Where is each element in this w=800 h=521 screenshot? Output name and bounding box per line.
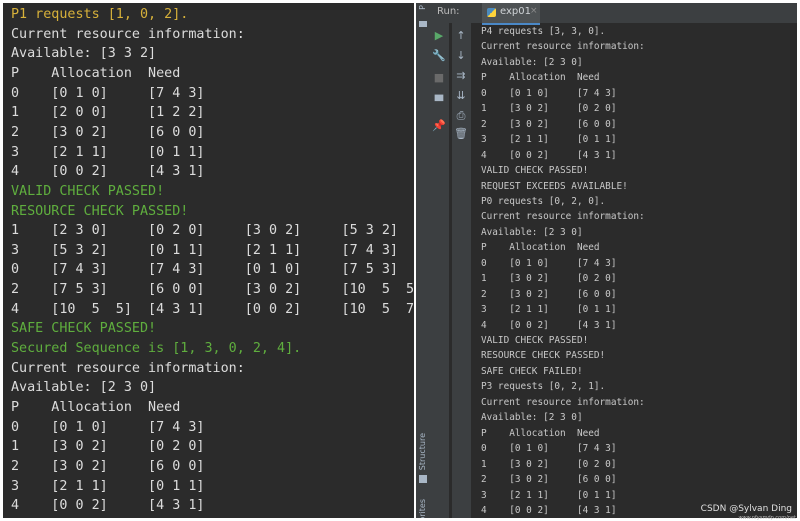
- project-side-tab[interactable]: P: [418, 5, 427, 10]
- run-tab-label: exp01: [500, 6, 531, 17]
- csdn-watermark: CSDN @Sylvan Ding: [700, 504, 792, 514]
- run-tab-exp01[interactable]: exp01 ×: [482, 3, 540, 25]
- run-console-line: VALID CHECK PASSED!: [481, 335, 589, 346]
- console-line: RESOURCE CHECK PASSED!: [11, 203, 189, 219]
- run-console-line: 3 [2 1 1] [0 1 1]: [481, 489, 617, 501]
- console-line: P Allocation Need: [11, 400, 181, 415]
- print-icon[interactable]: ⎙: [454, 109, 468, 123]
- console-line: Available: [3 3 2]: [11, 46, 157, 62]
- stop-icon[interactable]: ■: [432, 71, 446, 85]
- run-console-line: P4 requests [3, 3, 0].: [481, 26, 606, 37]
- run-toolbar-header: Run: exp01 ×: [430, 3, 797, 25]
- console-line: 1 [2 0 0] [1 2 2]: [11, 105, 205, 121]
- run-console-line: REQUEST EXCEEDS AVAILABLE!: [481, 180, 628, 192]
- run-console-line: RESOURCE CHECK PASSED!: [481, 350, 606, 362]
- run-console-line: Current resource information:: [481, 41, 645, 53]
- trash-icon[interactable]: 🗑: [454, 127, 468, 141]
- close-tab-icon[interactable]: ×: [530, 6, 538, 16]
- console-line: Current resource information:: [11, 360, 245, 376]
- run-console-line: 4 [0 0 2] [4 3 1]: [481, 319, 617, 331]
- folder-icon: [419, 21, 427, 27]
- run-console-line: 1 [3 0 2] [0 2 0]: [481, 103, 617, 115]
- run-toolbar-left: ▶ 🔧 ■ ▀ 📌: [430, 23, 449, 518]
- site-watermark: www.nfyxmdp.com/net: [738, 515, 796, 521]
- console-line: 3 [5 3 2] [0 1 1] [2 1 1] [7 4 3]: [11, 242, 398, 258]
- run-console-line: 2 [3 0 2] [6 0 0]: [481, 288, 617, 300]
- run-console-line: VALID CHECK PASSED!: [481, 165, 589, 177]
- console-line: 3 [2 1 1] [0 1 1]: [11, 144, 205, 160]
- console-line: 0 [0 1 0] [7 4 3]: [11, 419, 205, 435]
- ide-run-panel: P Structure orites Run: exp01 × ▶ 🔧 ■ ▀ …: [416, 3, 797, 518]
- console-line: 0 [7 4 3] [7 4 3] [0 1 0] [7 5 3]: [11, 262, 398, 278]
- console-line: Current resource information:: [11, 26, 245, 42]
- arrow-down-icon[interactable]: ↓: [454, 49, 468, 63]
- run-console-line: P0 requests [0, 2, 0].: [481, 195, 606, 207]
- left-console-output: P1 requests [1, 0, 2]. Current resource i…: [3, 3, 414, 518]
- run-console-line: 3 [2 1 1] [0 1 1]: [481, 134, 617, 146]
- run-console-line: Current resource information:: [481, 396, 645, 408]
- console-line: 4 [0 0 2] [4 3 1]: [11, 164, 205, 180]
- run-console-line: 0 [0 1 0] [7 4 3]: [481, 257, 617, 269]
- wrench-icon[interactable]: 🔧: [432, 49, 446, 63]
- console-line: 1 [3 0 2] [0 2 0]: [11, 439, 205, 455]
- run-console-line: P Allocation Need: [481, 72, 600, 84]
- run-console-line: 0 [0 1 0] [7 4 3]: [481, 443, 617, 455]
- layout-icon[interactable]: ▀: [432, 95, 446, 109]
- run-console-line: SAFE CHECK FAILED!: [481, 365, 583, 377]
- run-console-line: Current resource information:: [481, 211, 645, 223]
- console-line: P1 requests [1, 0, 2].: [11, 7, 189, 22]
- run-console-line: 3 [2 1 1] [0 1 1]: [481, 304, 617, 316]
- console-line: 0 [0 1 0] [7 4 3]: [11, 85, 205, 101]
- run-console-line: P3 requests [0, 2, 1].: [481, 381, 606, 393]
- run-console-line: 1 [3 0 2] [0 2 0]: [481, 273, 617, 285]
- console-line: 2 [7 5 3] [6 0 0] [3 0 2] [10 5 5]: [11, 282, 414, 298]
- favorites-side-tab[interactable]: orites: [418, 499, 427, 518]
- run-console-line: 1 [3 0 2] [0 2 0]: [481, 458, 617, 470]
- arrow-up-icon[interactable]: ↑: [454, 29, 468, 43]
- scroll-to-end-icon[interactable]: ⇊: [454, 89, 468, 103]
- vertical-tool-strip: P Structure orites: [416, 3, 431, 518]
- run-label: Run:: [437, 6, 460, 17]
- soft-wrap-icon[interactable]: ⇉: [454, 69, 468, 83]
- run-console-line: P Allocation Need: [481, 242, 600, 254]
- console-line: 2 [3 0 2] [6 0 0]: [11, 124, 205, 140]
- run-console-line: Available: [2 3 0]: [481, 412, 583, 424]
- run-console-line: 4 [0 0 2] [4 3 1]: [481, 504, 617, 516]
- console-line: Secured Sequence is [1, 3, 0, 2, 4].: [11, 341, 302, 357]
- python-icon: [487, 8, 496, 17]
- console-line: P Allocation Need: [11, 65, 181, 81]
- pin-icon[interactable]: 📌: [432, 119, 446, 133]
- run-console-line: P Allocation Need: [481, 427, 600, 439]
- run-console-line: Available: [2 3 0]: [481, 56, 583, 68]
- structure-icon: [419, 475, 427, 483]
- console-line: VALID CHECK PASSED!: [11, 183, 165, 199]
- run-toolbar-right: ↑ ↓ ⇉ ⇊ ⎙ 🗑: [452, 23, 471, 518]
- structure-side-tab[interactable]: Structure: [418, 433, 427, 470]
- run-console-line: 0 [0 1 0] [7 4 3]: [481, 87, 617, 99]
- console-line: 2 [3 0 2] [6 0 0]: [11, 458, 205, 474]
- console-line: 3 [2 1 1] [0 1 1]: [11, 478, 205, 494]
- run-console-line: 2 [3 0 2] [6 0 0]: [481, 118, 617, 130]
- console-line: 4 [10 5 5] [4 3 1] [0 0 2] [10 5 7]: [11, 301, 414, 317]
- console-line: SAFE CHECK PASSED!: [11, 321, 157, 337]
- run-console-line: Available: [2 3 0]: [481, 226, 583, 238]
- run-icon[interactable]: ▶: [432, 29, 446, 43]
- console-line: Available: [2 3 0]: [11, 380, 157, 396]
- run-console-line: 4 [0 0 2] [4 3 1]: [481, 149, 617, 161]
- run-console-line: 2 [3 0 2] [6 0 0]: [481, 474, 617, 486]
- console-line: 4 [0 0 2] [4 3 1]: [11, 498, 205, 514]
- console-line: 1 [2 3 0] [0 2 0] [3 0 2] [5 3 2]: [11, 223, 398, 239]
